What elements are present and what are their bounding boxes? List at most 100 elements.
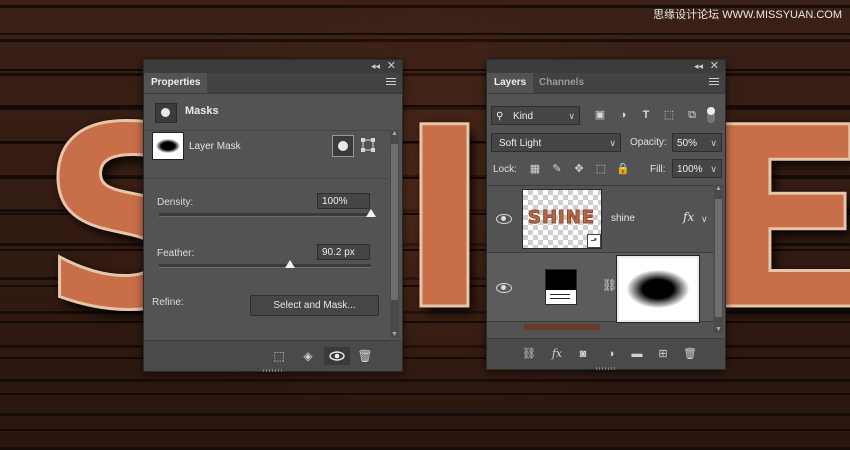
- new-layer-icon[interactable]: ⊞: [654, 345, 672, 363]
- visibility-eye-icon[interactable]: [496, 281, 512, 293]
- fill-input[interactable]: 100% ∨: [672, 159, 722, 178]
- adjustment-icon[interactable]: ◑: [602, 345, 620, 363]
- lock-artboard-icon[interactable]: ⬚: [594, 162, 608, 176]
- add-vector-mask-button[interactable]: [360, 136, 378, 154]
- layer-mask-icon: [155, 103, 177, 123]
- masks-title: Masks: [185, 105, 219, 117]
- visibility-eye-icon[interactable]: [324, 347, 350, 365]
- filter-smart-object-icon[interactable]: ⧉: [685, 108, 699, 122]
- chevron-down-icon: ∨: [609, 138, 616, 148]
- fx-icon[interactable]: fx: [548, 345, 566, 363]
- masks-header: Masks: [144, 94, 402, 131]
- opacity-label: Opacity:: [630, 137, 667, 148]
- scroll-down-icon[interactable]: ▼: [714, 326, 723, 333]
- layers-tabbar: Layers Channels: [487, 73, 725, 94]
- filter-adjustment-icon[interactable]: ◑: [616, 108, 630, 122]
- chevron-down-icon: ∨: [710, 164, 717, 174]
- scroll-down-icon[interactable]: ▼: [390, 331, 399, 338]
- panel-resize-grip[interactable]: [263, 369, 283, 372]
- lock-brush-icon[interactable]: ✎: [550, 162, 564, 176]
- select-pixel-mask-button[interactable]: [332, 135, 354, 157]
- layers-panel-topbar[interactable]: ◂◂ ✕: [487, 60, 725, 73]
- lock-label: Lock:: [493, 164, 517, 175]
- layer-filter-row: ⚲ Kind ∨ ▣ ◑ T ⬚ ⧉: [491, 105, 719, 127]
- search-icon: ⚲: [496, 111, 504, 122]
- layer-row-shine[interactable]: SHINE ⬏ shine fx ∨: [487, 186, 713, 253]
- layer-name[interactable]: shine: [611, 213, 635, 224]
- chevron-down-icon: ∨: [710, 138, 717, 148]
- filter-shape-icon[interactable]: ⬚: [662, 108, 676, 122]
- properties-panel-topbar[interactable]: ◂◂ ✕: [144, 60, 402, 73]
- density-input[interactable]: 100%: [317, 193, 370, 209]
- visibility-eye-icon[interactable]: [496, 212, 512, 224]
- blend-mode-select[interactable]: Soft Light ∨: [491, 133, 621, 152]
- properties-tabbar: Properties: [144, 73, 402, 94]
- feather-slider[interactable]: [159, 260, 371, 268]
- layer-mask-thumbnail[interactable]: [617, 256, 699, 322]
- tab-channels[interactable]: Channels: [532, 73, 591, 93]
- scrollbar-thumb[interactable]: [391, 144, 398, 300]
- layer-row-adjustment[interactable]: ⛓: [487, 253, 713, 322]
- properties-scrollbar[interactable]: ▲ ▼: [390, 130, 399, 338]
- filter-type-icon[interactable]: T: [639, 108, 653, 122]
- link-icon[interactable]: ⛓: [602, 278, 617, 292]
- chevron-down-icon: ∨: [568, 111, 575, 121]
- add-mask-icon[interactable]: ◙: [574, 345, 592, 363]
- refine-label: Refine:: [152, 297, 184, 308]
- blend-row: Soft Light ∨ Opacity: 50% ∨: [491, 132, 722, 154]
- opacity-value: 50%: [677, 138, 698, 149]
- feather-label: Feather:: [157, 248, 195, 259]
- layer-row-partial: [524, 324, 600, 330]
- layer-mask-thumbnail: [152, 132, 184, 160]
- divider: [144, 178, 388, 179]
- watermark-text: 思缘设计论坛 WWW.MISSYUAN.COM: [653, 9, 842, 21]
- properties-panel: ◂◂ ✕ Properties Masks Layer Mask Density…: [143, 59, 403, 372]
- scrollbar-thumb[interactable]: [715, 199, 722, 317]
- lock-transparent-icon[interactable]: ▦: [528, 162, 542, 176]
- panel-menu-icon[interactable]: [709, 78, 719, 87]
- blend-mode-value: Soft Light: [499, 138, 542, 149]
- scroll-up-icon[interactable]: ▲: [714, 185, 723, 192]
- scroll-up-icon[interactable]: ▲: [390, 130, 399, 137]
- select-and-mask-button[interactable]: Select and Mask...: [250, 295, 379, 316]
- tab-layers[interactable]: Layers: [487, 73, 534, 93]
- layer-list: SHINE ⬏ shine fx ∨ ⛓: [487, 185, 713, 334]
- filter-kind-select[interactable]: ⚲ Kind ∨: [491, 106, 580, 125]
- adjustment-layer-thumbnail: [545, 269, 577, 305]
- filter-kind-value: Kind: [513, 111, 534, 122]
- layers-scrollbar[interactable]: ▲ ▼: [714, 185, 723, 333]
- feather-slider-handle[interactable]: [285, 260, 296, 268]
- artwork-letter-i: I: [396, 74, 492, 365]
- lock-all-icon[interactable]: 🔒: [616, 162, 630, 176]
- collapse-icon[interactable]: ◂◂: [371, 60, 380, 73]
- panel-menu-icon[interactable]: [386, 78, 396, 87]
- marquee-selection-icon[interactable]: ⬚: [270, 347, 288, 365]
- mask-load-icon[interactable]: ◈: [299, 347, 317, 365]
- feather-input[interactable]: 90.2 px: [317, 244, 370, 260]
- link-icon[interactable]: ⛓: [520, 345, 538, 363]
- collapse-icon[interactable]: ◂◂: [694, 60, 703, 73]
- density-slider[interactable]: [159, 209, 376, 217]
- trash-icon[interactable]: 🗑: [681, 345, 699, 363]
- layer-mask-label: Layer Mask: [189, 141, 241, 152]
- fx-icon[interactable]: fx: [683, 210, 694, 224]
- vector-mask-icon: [361, 138, 375, 152]
- filter-toggle[interactable]: [707, 107, 715, 123]
- chevron-down-icon[interactable]: ∨: [701, 214, 708, 225]
- tab-properties[interactable]: Properties: [144, 73, 208, 93]
- smart-object-badge-icon: ⬏: [587, 234, 601, 248]
- layers-footer: ⛓ fx ◙ ◑ ▬ ⊞ 🗑: [487, 338, 725, 369]
- filter-pixel-icon[interactable]: ▣: [593, 108, 607, 122]
- layer-mask-row: Layer Mask: [151, 132, 387, 165]
- fill-value: 100%: [677, 164, 703, 175]
- close-icon[interactable]: ✕: [387, 60, 396, 73]
- lock-position-icon[interactable]: ✥: [572, 162, 586, 176]
- folder-icon[interactable]: ▬: [628, 345, 646, 363]
- thumbnail-text: SHINE: [527, 207, 596, 229]
- density-slider-handle[interactable]: [366, 209, 376, 217]
- density-label: Density:: [157, 197, 194, 208]
- panel-resize-grip[interactable]: [596, 367, 616, 370]
- trash-icon[interactable]: 🗑: [356, 347, 374, 365]
- close-icon[interactable]: ✕: [710, 60, 719, 73]
- opacity-input[interactable]: 50% ∨: [672, 133, 722, 152]
